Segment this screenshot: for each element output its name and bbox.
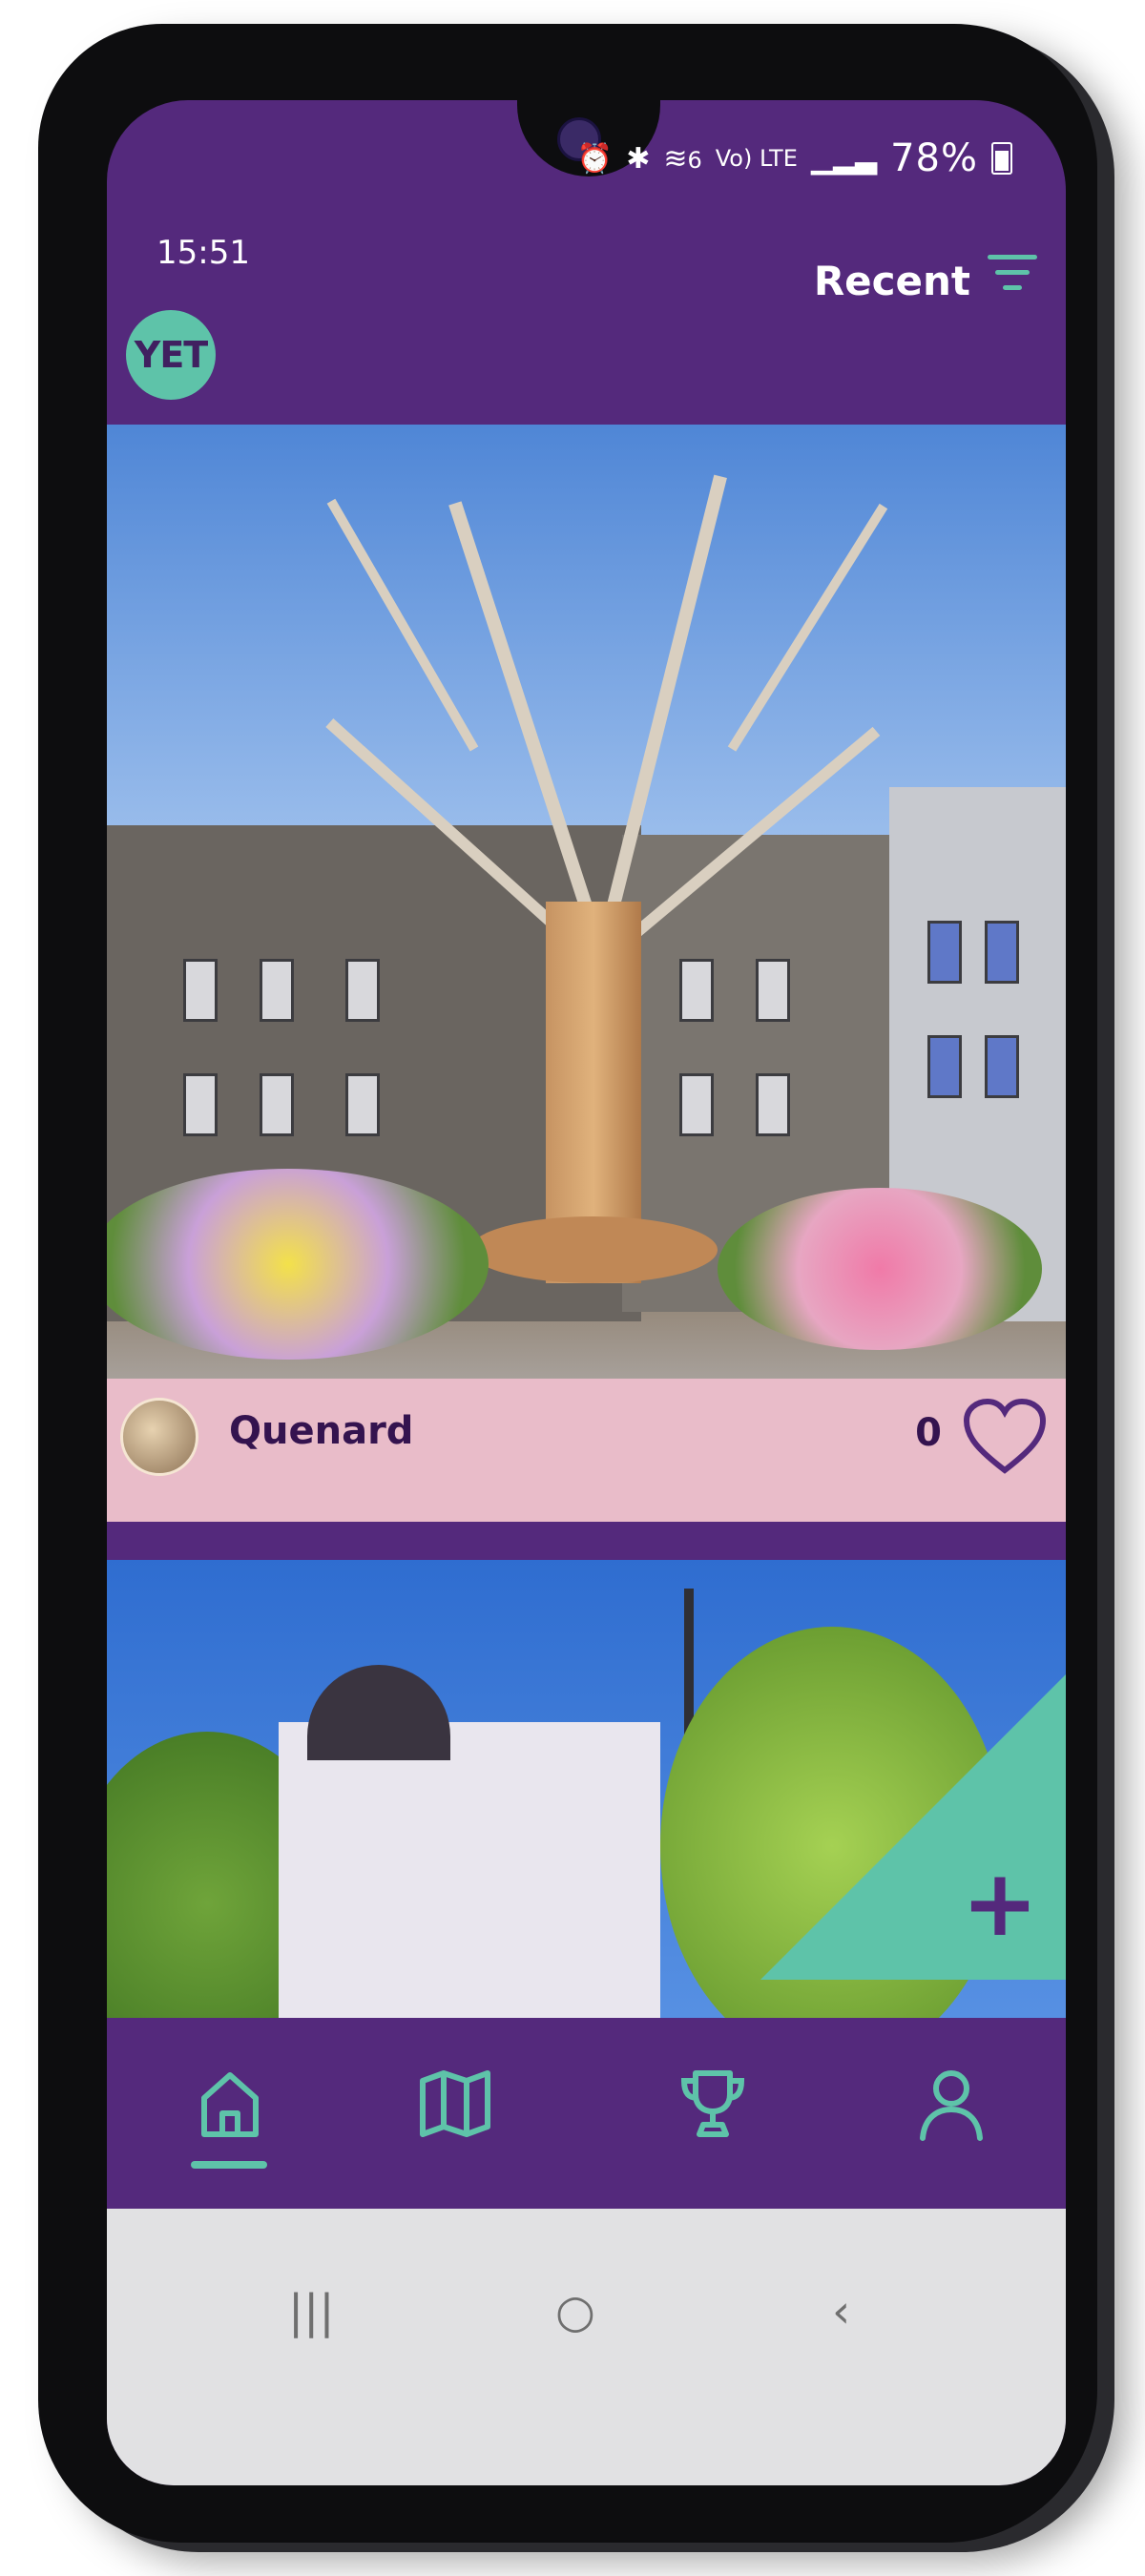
- window: [679, 959, 714, 1022]
- app-screen: 15:51 ⏰ ✱ ≋6 Vo) LTE ▁▂▃ 78% YET Recent: [107, 100, 1066, 2485]
- nav-leaderboard[interactable]: [670, 2066, 756, 2161]
- nav-map[interactable]: [412, 2066, 498, 2161]
- window: [345, 959, 380, 1022]
- window: [927, 921, 962, 984]
- bluetooth-icon: ✱: [626, 141, 651, 176]
- sort-label[interactable]: Recent: [814, 258, 970, 304]
- status-time: 15:51: [156, 234, 250, 272]
- status-icons: ⏰ ✱ ≋6 Vo) LTE ▁▂▃ 78%: [577, 136, 1012, 180]
- post-info-bar: Quenard 0: [107, 1379, 1066, 1522]
- trophy-icon: [680, 2070, 745, 2137]
- filter-icon[interactable]: [986, 251, 1039, 295]
- wifi-label: 6: [687, 146, 702, 174]
- back-button[interactable]: ‹: [832, 2285, 850, 2338]
- recents-button[interactable]: |||: [288, 2285, 335, 2338]
- battery-icon: [991, 142, 1012, 175]
- post-username[interactable]: Quenard: [229, 1409, 413, 1453]
- window: [985, 921, 1019, 984]
- wifi-icon: ≋6: [663, 141, 702, 176]
- window: [260, 959, 294, 1022]
- window: [260, 1073, 294, 1136]
- network-label: Vo) LTE: [715, 145, 798, 172]
- nav-active-indicator: [191, 2161, 267, 2169]
- building-facade: [279, 1722, 660, 2056]
- nav-home[interactable]: [187, 2066, 273, 2161]
- system-nav-bar: ||| ○ ‹: [107, 2209, 1066, 2485]
- flower-bed-left: [107, 1169, 489, 1360]
- map-icon: [420, 2070, 490, 2137]
- battery-percent: 78%: [890, 136, 978, 180]
- building-dome: [307, 1665, 450, 1760]
- nav-profile[interactable]: [908, 2066, 994, 2161]
- system-home-button[interactable]: ○: [555, 2285, 595, 2338]
- window: [927, 1035, 962, 1098]
- phone-frame: 15:51 ⏰ ✱ ≋6 Vo) LTE ▁▂▃ 78% YET Recent: [38, 24, 1097, 2543]
- heart-icon[interactable]: [961, 1396, 1049, 1476]
- window: [985, 1035, 1019, 1098]
- circular-bench: [469, 1216, 718, 1283]
- window: [183, 959, 218, 1022]
- signal-icon: ▁▂▃: [810, 141, 878, 176]
- bottom-nav: [107, 2018, 1066, 2209]
- post-photo[interactable]: [107, 1560, 1066, 2056]
- flower-bed-right: [718, 1188, 1042, 1350]
- post-photo[interactable]: [107, 425, 1066, 1379]
- window: [756, 1073, 790, 1136]
- home-icon: [201, 2072, 259, 2137]
- window: [183, 1073, 218, 1136]
- alarm-icon: ⏰: [576, 141, 614, 176]
- avatar[interactable]: [120, 1398, 198, 1476]
- app-logo[interactable]: YET: [126, 310, 216, 400]
- window: [756, 959, 790, 1022]
- profile-icon: [920, 2070, 983, 2141]
- window: [345, 1073, 380, 1136]
- add-post-button[interactable]: +: [957, 1858, 1043, 1951]
- like-count: 0: [915, 1411, 942, 1455]
- tree-right: [660, 1627, 1004, 2056]
- window: [679, 1073, 714, 1136]
